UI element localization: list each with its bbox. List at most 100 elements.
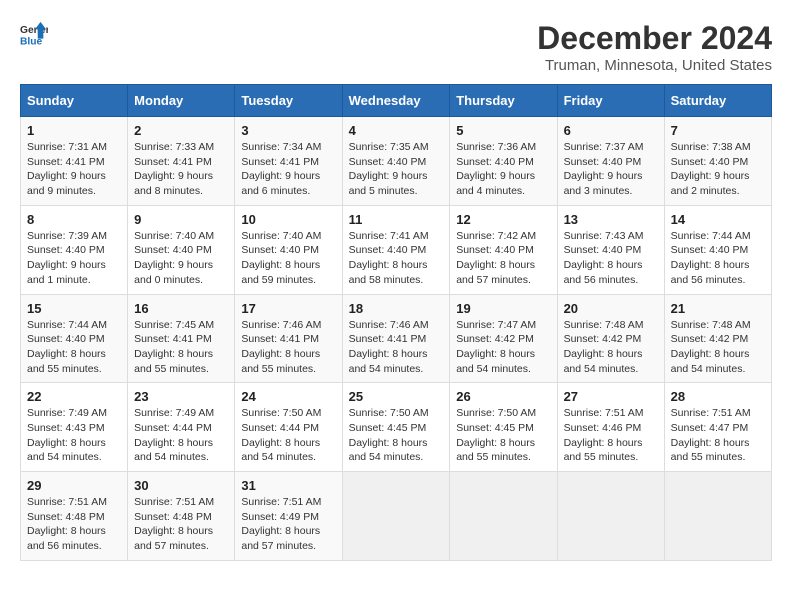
day-number: 18 [349,301,444,316]
logo: General Blue [20,20,48,48]
day-info: Sunrise: 7:46 AMSunset: 4:41 PMDaylight:… [349,319,429,375]
calendar-cell: 5 Sunrise: 7:36 AMSunset: 4:40 PMDayligh… [450,117,557,206]
calendar-cell: 21 Sunrise: 7:48 AMSunset: 4:42 PMDaylig… [664,294,771,383]
calendar-cell: 19 Sunrise: 7:47 AMSunset: 4:42 PMDaylig… [450,294,557,383]
day-number: 17 [241,301,335,316]
day-info: Sunrise: 7:50 AMSunset: 4:45 PMDaylight:… [456,407,536,463]
day-number: 31 [241,478,335,493]
day-info: Sunrise: 7:45 AMSunset: 4:41 PMDaylight:… [134,319,214,375]
calendar-cell: 26 Sunrise: 7:50 AMSunset: 4:45 PMDaylig… [450,383,557,472]
main-title: December 2024 [537,20,772,57]
day-info: Sunrise: 7:44 AMSunset: 4:40 PMDaylight:… [27,319,107,375]
day-number: 25 [349,389,444,404]
day-info: Sunrise: 7:50 AMSunset: 4:45 PMDaylight:… [349,407,429,463]
calendar-header-wednesday: Wednesday [342,85,450,117]
day-number: 3 [241,123,335,138]
day-number: 16 [134,301,228,316]
day-info: Sunrise: 7:49 AMSunset: 4:44 PMDaylight:… [134,407,214,463]
day-number: 19 [456,301,550,316]
calendar-header-row: SundayMondayTuesdayWednesdayThursdayFrid… [21,85,772,117]
calendar-cell: 7 Sunrise: 7:38 AMSunset: 4:40 PMDayligh… [664,117,771,206]
day-number: 12 [456,212,550,227]
calendar-cell: 16 Sunrise: 7:45 AMSunset: 4:41 PMDaylig… [128,294,235,383]
calendar-cell: 1 Sunrise: 7:31 AMSunset: 4:41 PMDayligh… [21,117,128,206]
calendar-cell: 24 Sunrise: 7:50 AMSunset: 4:44 PMDaylig… [235,383,342,472]
calendar-week-row: 8 Sunrise: 7:39 AMSunset: 4:40 PMDayligh… [21,205,772,294]
day-number: 6 [564,123,658,138]
day-info: Sunrise: 7:49 AMSunset: 4:43 PMDaylight:… [27,407,107,463]
day-info: Sunrise: 7:51 AMSunset: 4:47 PMDaylight:… [671,407,751,463]
day-number: 11 [349,212,444,227]
calendar-cell: 2 Sunrise: 7:33 AMSunset: 4:41 PMDayligh… [128,117,235,206]
calendar-cell: 9 Sunrise: 7:40 AMSunset: 4:40 PMDayligh… [128,205,235,294]
day-info: Sunrise: 7:51 AMSunset: 4:46 PMDaylight:… [564,407,644,463]
calendar-cell: 11 Sunrise: 7:41 AMSunset: 4:40 PMDaylig… [342,205,450,294]
calendar-cell: 25 Sunrise: 7:50 AMSunset: 4:45 PMDaylig… [342,383,450,472]
day-info: Sunrise: 7:51 AMSunset: 4:48 PMDaylight:… [134,496,214,552]
day-info: Sunrise: 7:51 AMSunset: 4:48 PMDaylight:… [27,496,107,552]
calendar-cell: 20 Sunrise: 7:48 AMSunset: 4:42 PMDaylig… [557,294,664,383]
day-number: 14 [671,212,765,227]
day-info: Sunrise: 7:43 AMSunset: 4:40 PMDaylight:… [564,230,644,286]
logo-icon: General Blue [20,20,48,48]
calendar-cell: 17 Sunrise: 7:46 AMSunset: 4:41 PMDaylig… [235,294,342,383]
calendar-cell [342,472,450,561]
day-info: Sunrise: 7:38 AMSunset: 4:40 PMDaylight:… [671,141,751,197]
day-number: 13 [564,212,658,227]
day-number: 26 [456,389,550,404]
calendar-cell: 15 Sunrise: 7:44 AMSunset: 4:40 PMDaylig… [21,294,128,383]
day-info: Sunrise: 7:33 AMSunset: 4:41 PMDaylight:… [134,141,214,197]
subtitle: Truman, Minnesota, United States [537,57,772,74]
day-info: Sunrise: 7:34 AMSunset: 4:41 PMDaylight:… [241,141,321,197]
day-number: 27 [564,389,658,404]
day-info: Sunrise: 7:48 AMSunset: 4:42 PMDaylight:… [671,319,751,375]
day-number: 7 [671,123,765,138]
day-info: Sunrise: 7:50 AMSunset: 4:44 PMDaylight:… [241,407,321,463]
day-number: 28 [671,389,765,404]
day-number: 29 [27,478,121,493]
day-number: 9 [134,212,228,227]
day-info: Sunrise: 7:42 AMSunset: 4:40 PMDaylight:… [456,230,536,286]
calendar-week-row: 29 Sunrise: 7:51 AMSunset: 4:48 PMDaylig… [21,472,772,561]
calendar-cell: 4 Sunrise: 7:35 AMSunset: 4:40 PMDayligh… [342,117,450,206]
day-info: Sunrise: 7:39 AMSunset: 4:40 PMDaylight:… [27,230,107,286]
calendar-cell: 6 Sunrise: 7:37 AMSunset: 4:40 PMDayligh… [557,117,664,206]
day-info: Sunrise: 7:40 AMSunset: 4:40 PMDaylight:… [134,230,214,286]
calendar-cell: 29 Sunrise: 7:51 AMSunset: 4:48 PMDaylig… [21,472,128,561]
day-number: 8 [27,212,121,227]
calendar-cell: 23 Sunrise: 7:49 AMSunset: 4:44 PMDaylig… [128,383,235,472]
calendar-cell: 13 Sunrise: 7:43 AMSunset: 4:40 PMDaylig… [557,205,664,294]
calendar-cell: 28 Sunrise: 7:51 AMSunset: 4:47 PMDaylig… [664,383,771,472]
day-number: 10 [241,212,335,227]
title-area: December 2024 Truman, Minnesota, United … [537,20,772,74]
calendar-cell: 10 Sunrise: 7:40 AMSunset: 4:40 PMDaylig… [235,205,342,294]
calendar-cell [664,472,771,561]
calendar-header-friday: Friday [557,85,664,117]
calendar-week-row: 15 Sunrise: 7:44 AMSunset: 4:40 PMDaylig… [21,294,772,383]
calendar-cell [557,472,664,561]
calendar-cell: 30 Sunrise: 7:51 AMSunset: 4:48 PMDaylig… [128,472,235,561]
day-number: 2 [134,123,228,138]
day-info: Sunrise: 7:36 AMSunset: 4:40 PMDaylight:… [456,141,536,197]
day-number: 15 [27,301,121,316]
calendar-table: SundayMondayTuesdayWednesdayThursdayFrid… [20,84,772,561]
day-info: Sunrise: 7:47 AMSunset: 4:42 PMDaylight:… [456,319,536,375]
calendar-header-monday: Monday [128,85,235,117]
header: General Blue December 2024 Truman, Minne… [20,20,772,74]
calendar-cell: 31 Sunrise: 7:51 AMSunset: 4:49 PMDaylig… [235,472,342,561]
day-info: Sunrise: 7:37 AMSunset: 4:40 PMDaylight:… [564,141,644,197]
day-info: Sunrise: 7:48 AMSunset: 4:42 PMDaylight:… [564,319,644,375]
day-info: Sunrise: 7:40 AMSunset: 4:40 PMDaylight:… [241,230,321,286]
calendar-week-row: 22 Sunrise: 7:49 AMSunset: 4:43 PMDaylig… [21,383,772,472]
day-number: 1 [27,123,121,138]
day-number: 23 [134,389,228,404]
day-info: Sunrise: 7:46 AMSunset: 4:41 PMDaylight:… [241,319,321,375]
calendar-cell [450,472,557,561]
calendar-cell: 8 Sunrise: 7:39 AMSunset: 4:40 PMDayligh… [21,205,128,294]
day-number: 4 [349,123,444,138]
calendar-cell: 12 Sunrise: 7:42 AMSunset: 4:40 PMDaylig… [450,205,557,294]
calendar-cell: 18 Sunrise: 7:46 AMSunset: 4:41 PMDaylig… [342,294,450,383]
calendar-cell: 27 Sunrise: 7:51 AMSunset: 4:46 PMDaylig… [557,383,664,472]
day-number: 21 [671,301,765,316]
calendar-header-tuesday: Tuesday [235,85,342,117]
